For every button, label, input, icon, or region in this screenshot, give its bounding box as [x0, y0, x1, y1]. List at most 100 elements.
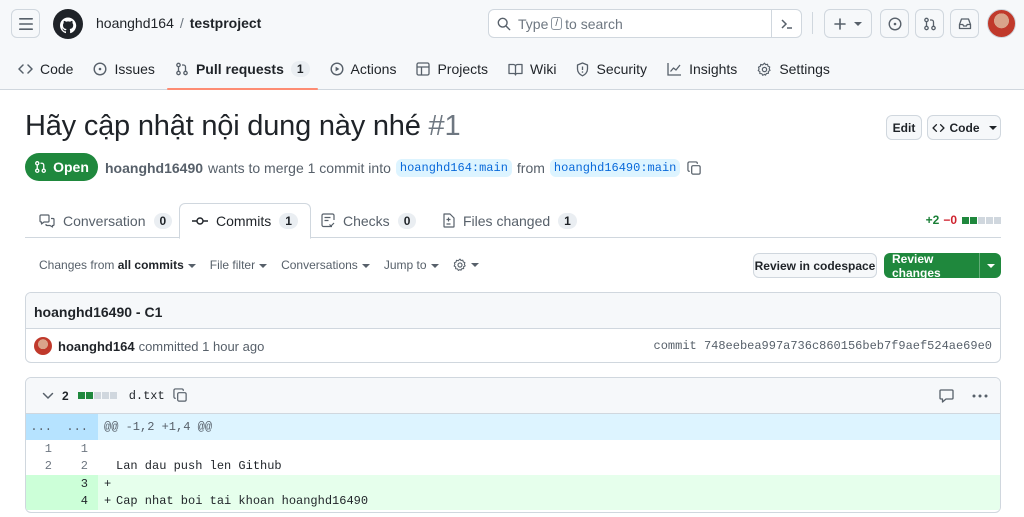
nav-settings[interactable]: Settings — [749, 54, 838, 84]
tab-checks[interactable]: Checks 0 — [309, 203, 428, 238]
merge-text: wants to merge 1 commit into — [208, 160, 391, 176]
owner-link[interactable]: hoanghd164 — [96, 15, 174, 31]
inbox-button[interactable] — [950, 9, 979, 38]
tab-checks-count: 0 — [397, 212, 417, 229]
inbox-icon — [958, 18, 971, 30]
old-line-number[interactable] — [26, 492, 62, 510]
nav-projects-label: Projects — [437, 61, 489, 77]
pull-requests-count: 1 — [290, 61, 310, 77]
file-diff: 2 d.txt ... ... @@ -1,2 +1,4 @@ 1 1 2 2 … — [25, 377, 1001, 513]
conversations-dropdown[interactable]: Conversations — [281, 258, 370, 272]
diff-sign: + — [104, 476, 112, 491]
tab-files-changed-count: 1 — [558, 212, 577, 229]
nav-pull-requests-label: Pull requests — [195, 61, 284, 77]
code-dropdown-label: Code — [949, 120, 980, 135]
nav-code-label: Code — [40, 61, 74, 77]
base-branch[interactable]: hoanghd164:main — [395, 159, 512, 177]
tab-checks-label: Checks — [343, 212, 390, 229]
repo-nav: Code Issues Pull requests 1 Actions Proj… — [0, 54, 840, 90]
old-line-number[interactable]: 2 — [26, 458, 62, 476]
file-change-count: 2 — [62, 388, 69, 403]
nav-actions[interactable]: Actions — [322, 54, 405, 84]
nav-insights[interactable]: Insights — [659, 54, 745, 84]
tab-commits[interactable]: Commits 1 — [179, 203, 311, 239]
nav-pull-requests[interactable]: Pull requests 1 — [166, 54, 318, 90]
edit-title-button[interactable]: Edit — [886, 115, 922, 140]
avatar[interactable] — [34, 337, 52, 355]
diff-settings-dropdown[interactable] — [453, 258, 479, 272]
menu-button[interactable] — [11, 9, 40, 38]
commit-message[interactable]: hoanghd16490 - C1 — [26, 293, 1000, 329]
jump-to-dropdown[interactable]: Jump to — [384, 258, 439, 272]
chevron-down-icon[interactable] — [42, 392, 54, 400]
comment-icon[interactable] — [939, 388, 954, 403]
diff-line-added: 4 + Cap nhat boi tai khoan hoanghd16490 — [26, 492, 1000, 510]
commit-author[interactable]: hoanghd164 — [58, 339, 135, 354]
file-name[interactable]: d.txt — [129, 389, 165, 403]
gear-icon — [757, 62, 771, 76]
old-line-number[interactable]: 1 — [26, 440, 62, 458]
code-dropdown-button[interactable]: Code — [927, 115, 1001, 140]
nav-wiki-label: Wiki — [530, 61, 557, 77]
app-header: hoanghd164 / testproject Type / to searc… — [0, 0, 1024, 90]
hunk-header-row: ... ... @@ -1,2 +1,4 @@ — [26, 414, 1000, 440]
file-filter-dropdown[interactable]: File filter — [210, 258, 268, 272]
nav-wiki[interactable]: Wiki — [500, 54, 564, 84]
commit-details: hoanghd164 committed 1 hour ago commit 7… — [26, 329, 1000, 362]
user-avatar[interactable] — [987, 9, 1016, 38]
chevron-down-icon — [430, 263, 439, 268]
github-logo-icon[interactable] — [52, 8, 84, 40]
create-new-button[interactable] — [824, 9, 872, 38]
jump-to-label: Jump to — [383, 258, 427, 272]
search-icon — [497, 17, 511, 30]
new-line-number[interactable]: 1 — [62, 440, 98, 458]
old-line-number[interactable] — [26, 475, 62, 493]
review-changes-dropdown[interactable] — [979, 253, 1001, 278]
pr-number: #1 — [428, 110, 461, 142]
changes-from-dropdown[interactable]: Changes from all commits — [39, 258, 196, 272]
kebab-horizontal-icon[interactable] — [972, 394, 988, 398]
copy-icon[interactable] — [173, 388, 188, 403]
hunk-expand-right[interactable]: ... — [62, 414, 98, 440]
nav-security[interactable]: Security — [568, 54, 655, 84]
file-diffstat-bar — [77, 392, 117, 399]
nav-actions-label: Actions — [350, 61, 397, 77]
new-line-number[interactable]: 3 — [62, 475, 98, 493]
git-commit-icon — [192, 217, 208, 225]
issues-button[interactable] — [880, 9, 909, 38]
new-line-number[interactable]: 2 — [62, 458, 98, 476]
hunk-expand-left[interactable]: ... — [26, 414, 62, 440]
table-icon — [416, 62, 431, 76]
search-input[interactable]: Type / to search — [488, 9, 802, 38]
status-label: Open — [53, 159, 89, 175]
tab-files-changed[interactable]: Files changed 1 — [430, 203, 589, 238]
nav-code[interactable]: Code — [10, 54, 81, 84]
diffstat: +2 −0 — [926, 213, 1001, 227]
code-icon — [18, 64, 33, 74]
pr-author-link[interactable]: hoanghd16490 — [105, 160, 203, 176]
diffstat-block — [77, 392, 85, 399]
repo-link[interactable]: testproject — [190, 15, 262, 31]
command-palette-button[interactable] — [771, 10, 801, 37]
search-placeholder-pre: Type — [518, 15, 549, 32]
commit-sha[interactable]: commit 748eebea997a736c860156beb7f9aef52… — [654, 339, 992, 353]
diffstat-bar — [961, 216, 1001, 224]
chevron-down-icon — [988, 125, 997, 130]
review-in-codespace-button[interactable]: Review in codespace — [753, 253, 877, 278]
tab-conversation-label: Conversation — [63, 212, 146, 229]
pull-request-icon — [35, 161, 47, 173]
chevron-down-icon — [259, 263, 268, 268]
nav-issues[interactable]: Issues — [85, 54, 162, 84]
tab-commits-label: Commits — [216, 213, 272, 229]
copy-icon[interactable] — [687, 160, 702, 176]
nav-security-label: Security — [596, 61, 648, 77]
review-changes-button[interactable]: Review changes — [884, 252, 1001, 280]
chevron-down-icon — [854, 21, 862, 26]
head-branch[interactable]: hoanghd16490:main — [549, 159, 681, 177]
new-line-number[interactable]: 4 — [62, 492, 98, 510]
tab-conversation[interactable]: Conversation 0 — [27, 203, 184, 238]
breadcrumb-separator: / — [179, 15, 184, 31]
commit-summary: hoanghd16490 - C1 hoanghd164 committed 1… — [25, 292, 1001, 363]
nav-projects[interactable]: Projects — [408, 54, 496, 84]
pull-requests-button[interactable] — [915, 9, 944, 38]
